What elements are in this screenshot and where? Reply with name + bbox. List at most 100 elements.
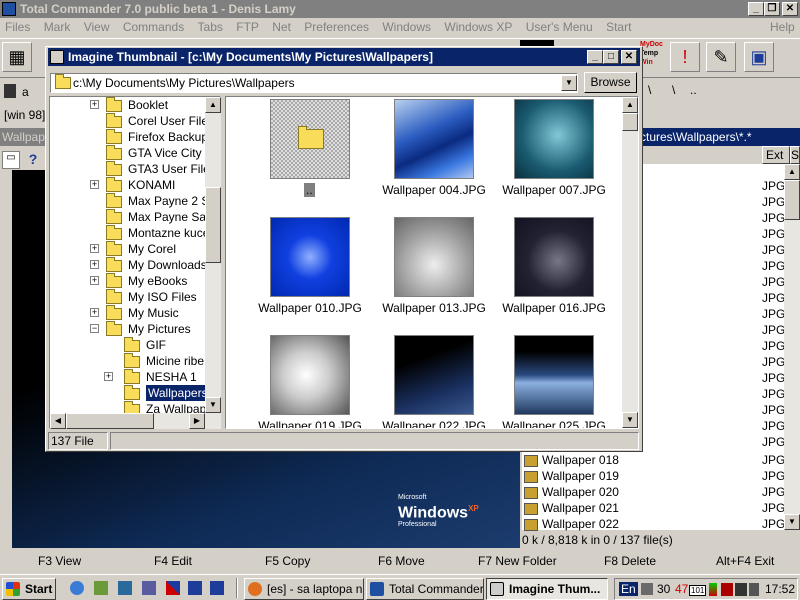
tree-vscrollbar[interactable]: ▲ ▼ [205,97,221,413]
tree-item[interactable]: Corel User Files [52,113,206,129]
start-button[interactable]: Start [2,578,56,600]
task-imagine[interactable]: Imagine Thum... [486,578,608,600]
tree-hscrollbar[interactable]: ◀ ▶ [50,413,221,429]
menu-start[interactable]: Start [601,20,636,34]
f5-copy-button[interactable]: F5 Copy [265,554,310,568]
thumbnail-item[interactable]: Wallpaper 004.JPG [374,99,494,199]
f4-edit-button[interactable]: F4 Edit [154,554,192,568]
main-minimize-button[interactable]: _ [748,2,764,16]
thumbnail-item[interactable]: Wallpaper 010.JPG [250,217,370,317]
tree-item[interactable]: + My Music [52,305,206,321]
thumbnail-item[interactable]: Wallpaper 013.JPG [374,217,494,317]
task-total-commander[interactable]: Total Commander... [366,578,484,600]
imagine-close-button[interactable]: ✕ [621,50,637,64]
file-row[interactable]: Wallpaper 022 JPG [524,516,785,532]
thumb-scroll-up[interactable]: ▲ [622,97,638,113]
menu-users-menu[interactable]: User's Menu [521,20,598,34]
main-restore-button[interactable]: ❐ [764,2,780,16]
quicklaunch-floppy2-icon[interactable] [210,581,224,595]
main-titlebar[interactable]: Total Commander 7.0 public beta 1 - Deni… [0,0,800,18]
tree-item[interactable]: Montazne kuce [52,225,206,241]
tray-app-icon-2[interactable] [735,583,747,596]
alt-f4-exit-button[interactable]: Alt+F4 Exit [716,554,774,568]
tray-volume-icon[interactable] [749,583,759,596]
quicklaunch-desktop-icon[interactable] [94,581,108,595]
clock[interactable]: 17:52 [765,582,795,596]
imagine-minimize-button[interactable]: _ [587,50,603,64]
right-scroll-down[interactable]: ▼ [784,514,800,530]
tray-cpu-meter-icon[interactable] [709,583,717,596]
quicklaunch-floppy-icon[interactable] [188,581,202,595]
imagine-maximize-button[interactable]: □ [603,50,619,64]
drive-floppy-icon[interactable] [4,84,16,98]
tree-scroll-right[interactable]: ▶ [189,413,205,429]
tree-item[interactable]: + My eBooks [52,273,206,289]
tray-num-101[interactable]: 101 [689,585,707,596]
expand-icon[interactable]: + [90,244,99,253]
floppy-save-icon[interactable]: ▣ [744,42,774,72]
menu-mark[interactable]: Mark [39,20,76,34]
tray-app-icon-1[interactable] [721,583,733,596]
menu-windows[interactable]: Windows [377,20,436,34]
quicklaunch-monitor-icon[interactable] [118,581,132,595]
left-help-icon[interactable]: ? [24,151,42,169]
thumbnail-item[interactable]: .. [250,99,370,199]
tree-item[interactable]: + KONAMI [52,177,206,193]
right-up-tab[interactable]: .. [690,83,697,97]
right-scroll-thumb[interactable] [784,180,800,220]
right-size-header[interactable]: S [790,146,800,164]
expand-icon[interactable]: + [90,100,99,109]
file-row[interactable]: Wallpaper 021 JPG [524,500,785,516]
right-root-tab-2[interactable]: \ [672,83,675,97]
grid-view-icon[interactable]: ▦ [2,42,32,72]
tree-item[interactable]: + My Corel [52,241,206,257]
right-ext-header[interactable]: Ext [762,146,790,164]
expand-icon[interactable]: + [90,276,99,285]
tray-num-30[interactable]: 30 [657,582,670,596]
file-row[interactable]: Wallpaper 020 JPG [524,484,785,500]
tree-item[interactable]: My ISO Files [52,289,206,305]
quicklaunch-book-icon[interactable] [142,581,156,595]
menu-tabs[interactable]: Tabs [193,20,228,34]
imagine-path-combobox[interactable]: c:\My Documents\My Pictures\Wallpapers [50,73,578,93]
f7-new-folder-button[interactable]: F7 New Folder [478,554,557,568]
tree-item[interactable]: + Booklet [52,97,206,113]
quicklaunch-flag-icon[interactable] [166,581,180,595]
expand-icon[interactable]: + [104,372,113,381]
f8-delete-button[interactable]: F8 Delete [604,554,656,568]
tray-net-icon[interactable] [641,583,653,595]
tree-item[interactable]: Max Payne 2 Sa [52,193,206,209]
menu-windows-xp[interactable]: Windows XP [439,20,517,34]
stop-alert-icon[interactable]: ! [670,42,700,72]
f6-move-button[interactable]: F6 Move [378,554,425,568]
menu-ftp[interactable]: FTP [231,20,264,34]
thumbnail-item[interactable]: Wallpaper 016.JPG [494,217,614,317]
mydoc-temp-button[interactable]: MyDoc Temp Win [640,40,668,74]
browse-button[interactable]: Browse [584,72,637,93]
tree-scroll-left[interactable]: ◀ [50,413,66,429]
language-indicator[interactable]: En [619,582,638,596]
menu-net[interactable]: Net [267,20,296,34]
right-scrollbar[interactable]: ▲ ▼ [784,164,800,530]
tree-item[interactable]: Wallpapers [52,385,206,401]
expand-icon[interactable]: + [90,308,99,317]
left-view-icon[interactable]: ▭ [2,151,20,169]
tree-item[interactable]: + My Downloads [52,257,206,273]
tree-item[interactable]: Firefox Backup [52,129,206,145]
collapse-icon[interactable]: − [90,324,99,333]
imagine-app-icon[interactable] [50,50,64,64]
tray-num-47[interactable]: 47 [675,582,688,596]
tree-hscroll-thumb[interactable] [66,413,154,429]
thumb-scroll-down[interactable]: ▼ [622,412,638,428]
tree-item[interactable]: GTA Vice City U [52,145,206,161]
menu-commands[interactable]: Commands [118,20,189,34]
thumbnail-item[interactable]: Wallpaper 025.JPG [494,335,614,428]
tree-scroll-thumb[interactable] [205,187,221,263]
thumbnail-item[interactable]: Wallpaper 022.JPG [374,335,494,428]
menu-files[interactable]: Files [0,20,35,34]
menu-view[interactable]: View [79,20,115,34]
imagine-titlebar[interactable]: Imagine Thumbnail - [c:\My Documents\My … [48,48,640,66]
right-scroll-up[interactable]: ▲ [784,164,800,180]
f3-view-button[interactable]: F3 View [38,554,81,568]
thumbnail-item[interactable]: Wallpaper 007.JPG [494,99,614,199]
